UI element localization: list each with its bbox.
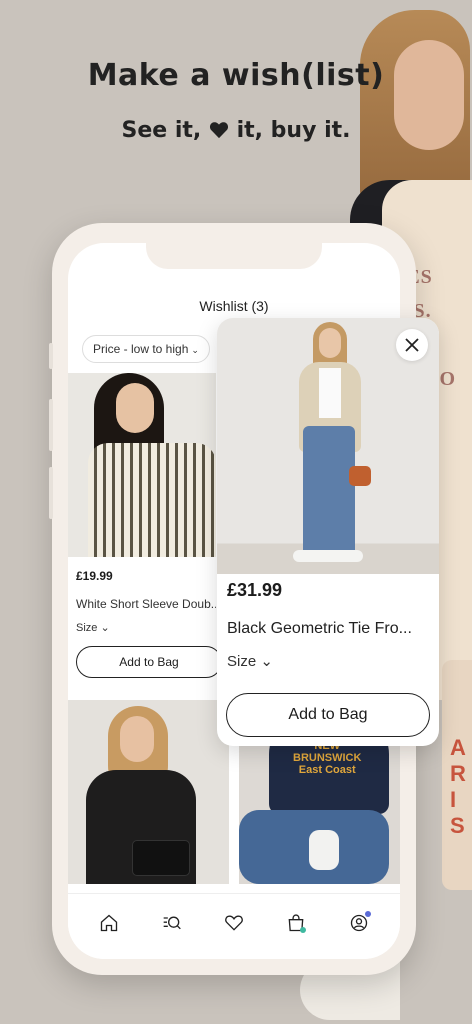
product-quick-view: £31.99 Black Geometric Tie Fro... Size ⌄… <box>217 318 439 746</box>
product-image[interactable] <box>68 373 216 557</box>
close-button[interactable] <box>396 329 428 361</box>
tab-search[interactable] <box>158 909 186 937</box>
chevron-down-icon: ⌄ <box>100 622 110 634</box>
product-name[interactable]: White Short Sleeve Doub... <box>76 597 216 611</box>
tab-bag[interactable] <box>282 909 310 937</box>
bag-badge <box>300 926 307 933</box>
chevron-down-icon: ⌄ <box>191 345 199 355</box>
add-to-bag-button[interactable]: Add to Bag <box>76 646 222 678</box>
tab-wishlist[interactable] <box>220 909 248 937</box>
product-image[interactable] <box>68 700 229 884</box>
home-icon <box>101 914 118 931</box>
page-title: Wishlist (3) <box>199 298 269 314</box>
product-price: £19.99 <box>76 569 113 583</box>
size-selector[interactable]: Size ⌄ <box>76 621 110 634</box>
chevron-down-icon: ⌄ <box>260 653 273 670</box>
promo-tagline: See it, it, buy it. <box>121 118 351 143</box>
tote-print: A R I S <box>450 735 466 838</box>
add-to-bag-button[interactable]: Add to Bag <box>226 693 430 737</box>
phone-notch <box>146 243 322 269</box>
search-icon <box>163 916 181 929</box>
tab-account[interactable] <box>345 909 373 937</box>
bottom-tab-bar <box>68 893 400 959</box>
close-icon <box>405 338 419 352</box>
heart-icon <box>209 122 228 139</box>
size-selector[interactable]: Size ⌄ <box>227 652 273 670</box>
product-price: £31.99 <box>227 580 283 600</box>
promo-headline: Make a wish(list) <box>87 58 385 93</box>
account-badge <box>364 910 371 917</box>
sort-dropdown[interactable]: Price - low to high ⌄ <box>82 335 210 363</box>
heart-icon <box>225 915 243 931</box>
product-name[interactable]: Black Geometric Tie Fro... <box>227 620 431 638</box>
tab-home[interactable] <box>95 909 123 937</box>
